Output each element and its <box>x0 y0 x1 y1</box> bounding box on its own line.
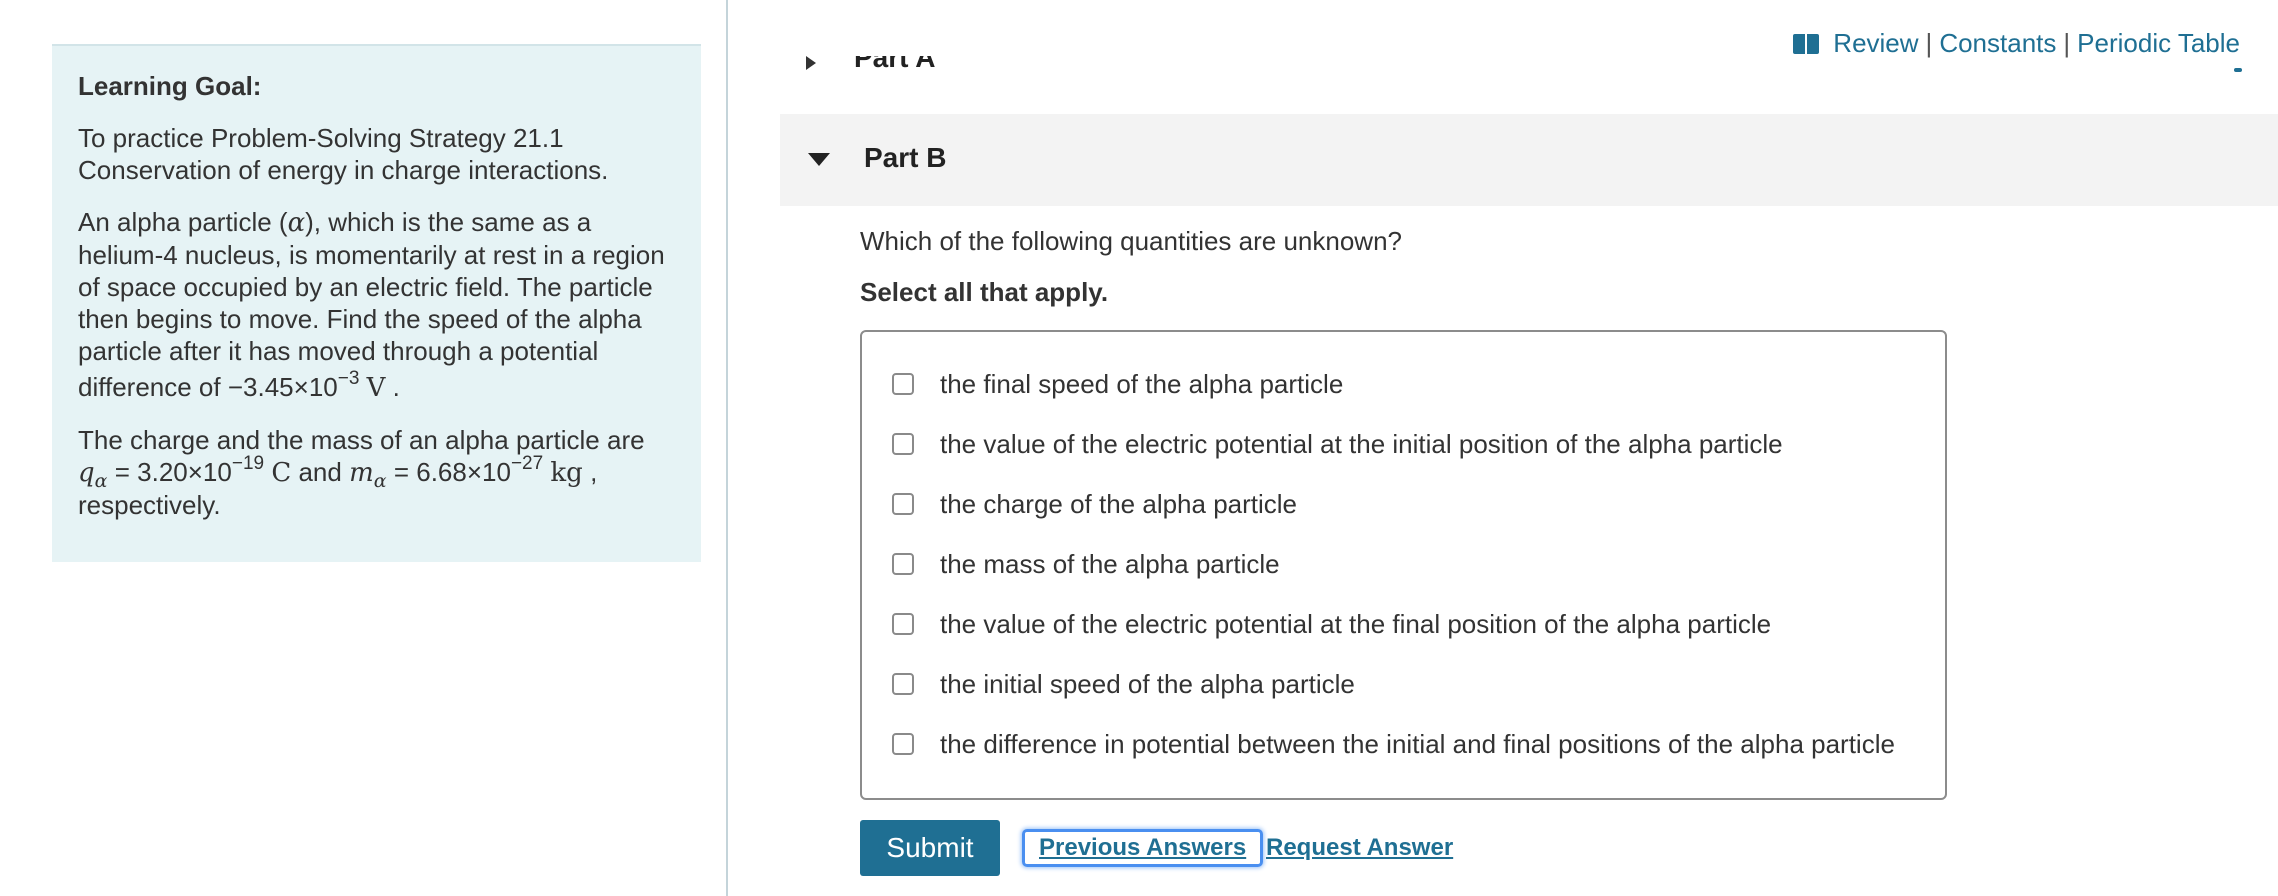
problem-text: ), which is the same as a <box>305 207 592 237</box>
link-separator: | <box>2063 28 2071 58</box>
checkbox[interactable] <box>892 553 914 575</box>
constants-line: respectively. <box>78 490 221 520</box>
option-label: the difference in potential between the … <box>940 728 1895 759</box>
collapse-caret-icon <box>808 153 830 166</box>
part-b-title: Part B <box>864 142 947 173</box>
submit-button[interactable]: Submit <box>860 820 1000 876</box>
expand-arrow-icon <box>806 56 816 70</box>
option-label: the mass of the alpha particle <box>940 548 1280 579</box>
constants-line: qα = 3.20×10−19 C and mα = 6.68×10−27 kg… <box>78 453 675 493</box>
potential-unit: V <box>366 373 386 403</box>
request-answer-link[interactable]: Request Answer <box>1266 834 1453 862</box>
potential-exponent: −3 <box>337 368 360 390</box>
book-icon <box>1793 33 1820 54</box>
comma: , <box>590 457 598 487</box>
option-mass[interactable]: the mass of the alpha particle <box>892 544 1280 584</box>
question-text: Which of the following quantities are un… <box>860 226 1402 256</box>
learning-goal-panel: Learning Goal: To practice Problem-Solvi… <box>52 44 701 562</box>
problem-line: An alpha particle (α), which is the same… <box>78 206 675 239</box>
panel-divider <box>726 0 728 896</box>
problem-statement: An alpha particle (α), which is the same… <box>78 206 675 404</box>
m-unit: kg <box>550 458 583 488</box>
option-charge[interactable]: the charge of the alpha particle <box>892 484 1297 524</box>
option-label: the value of the electric potential at t… <box>940 428 1783 459</box>
checkbox[interactable] <box>892 733 914 755</box>
problem-text: An alpha particle ( <box>78 207 288 237</box>
checkbox[interactable] <box>892 493 914 515</box>
problem-text: difference of <box>78 372 228 402</box>
option-initial-speed[interactable]: the initial speed of the alpha particle <box>892 664 1355 704</box>
q-symbol: q <box>78 458 95 488</box>
periodic-table-link[interactable]: Periodic Table <box>2077 28 2240 59</box>
checkbox[interactable] <box>892 613 914 635</box>
potential-value: −3.45×10 <box>227 372 338 402</box>
part-a-title: Part A <box>854 56 936 73</box>
option-final-speed[interactable]: the final speed of the alpha particle <box>892 364 1343 404</box>
instruction-text: Select all that apply. <box>860 277 1109 307</box>
checkbox[interactable] <box>892 673 914 695</box>
problem-line: particle after it has moved through a po… <box>78 336 599 366</box>
period: . <box>392 372 400 402</box>
constants-link[interactable]: Constants <box>1939 28 2056 59</box>
link-separator: | <box>1925 28 1933 58</box>
learning-goal-intro: To practice Problem-Solving Strategy 21.… <box>78 122 675 186</box>
constants-statement: The charge and the mass of an alpha part… <box>78 424 675 521</box>
intro-line: Conservation of energy in charge interac… <box>78 155 609 185</box>
answer-options: the final speed of the alpha particle th… <box>860 330 1947 800</box>
alpha-symbol: α <box>287 208 306 238</box>
chevron-down-icon[interactable] <box>2234 68 2242 72</box>
problem-line: difference of −3.45×10−3 V . <box>78 368 675 404</box>
review-link[interactable]: Review <box>1833 28 1918 59</box>
problem-line: of space occupied by an electric field. … <box>78 272 653 302</box>
option-label: the value of the electric potential at t… <box>940 608 1772 639</box>
part-a-header[interactable]: Part A <box>806 56 935 76</box>
option-potential-difference[interactable]: the difference in potential between the … <box>892 724 1895 764</box>
checkbox[interactable] <box>892 433 914 455</box>
intro-line: To practice Problem-Solving Strategy 21.… <box>78 123 564 153</box>
option-final-potential[interactable]: the value of the electric potential at t… <box>892 604 1771 644</box>
option-label: the initial speed of the alpha particle <box>940 668 1355 699</box>
q-unit: C <box>271 458 292 488</box>
previous-answers-link[interactable]: Previous Answers <box>1022 829 1264 867</box>
option-label: the final speed of the alpha particle <box>940 368 1344 399</box>
m-symbol: m <box>349 458 374 488</box>
option-label: the charge of the alpha particle <box>940 488 1298 519</box>
m-subscript: α <box>373 470 387 493</box>
constants-line: The charge and the mass of an alpha part… <box>78 425 645 455</box>
and-text: and <box>298 457 342 487</box>
option-initial-potential[interactable]: the value of the electric potential at t… <box>892 424 1783 464</box>
problem-line: then begins to move. Find the speed of t… <box>78 304 642 334</box>
q-exponent: −19 <box>231 453 265 475</box>
resource-links: Review | Constants | Periodic Table <box>1793 28 2240 59</box>
m-exponent: −27 <box>510 453 544 475</box>
m-value: = 6.68×10 <box>393 457 511 487</box>
problem-line: helium-4 nucleus, is momentarily at rest… <box>78 240 665 270</box>
q-value: = 3.20×10 <box>114 457 232 487</box>
part-b-header[interactable]: Part B <box>780 114 2278 206</box>
checkbox[interactable] <box>892 373 914 395</box>
learning-goal-title: Learning Goal: <box>78 71 262 101</box>
